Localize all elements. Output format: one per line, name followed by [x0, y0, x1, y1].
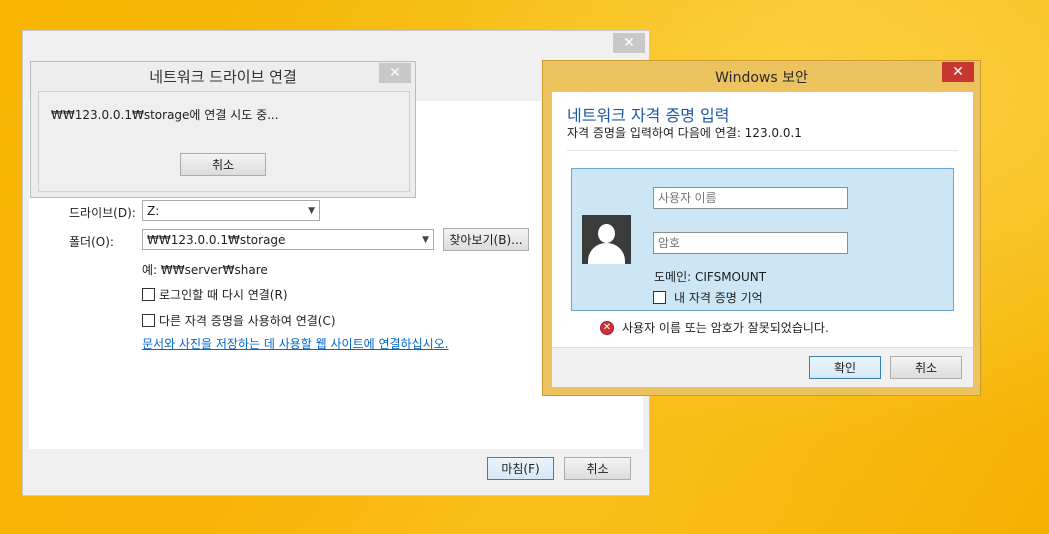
divider: [567, 150, 958, 151]
progress-message: ₩₩123.0.0.1₩storage에 연결 시도 중...: [51, 108, 279, 122]
credentials-heading: 네트워크 자격 증명 입력: [567, 106, 730, 125]
error-message: ✕ 사용자 이름 또는 암호가 잘못되었습니다.: [600, 319, 829, 336]
drive-select[interactable]: Z: ▼: [142, 200, 320, 221]
folder-label: 폴더(O):: [69, 235, 114, 249]
reconnect-label: 로그인할 때 다시 연결(R): [159, 288, 288, 302]
progress-title: 네트워크 드라이브 연결: [149, 68, 297, 86]
remember-checkbox[interactable]: [653, 291, 666, 304]
chevron-down-icon: ▼: [308, 205, 315, 216]
domain-text: 도메인: CIFSMOUNT: [654, 270, 767, 284]
reconnect-option[interactable]: 로그인할 때 다시 연결(R): [142, 286, 288, 303]
credentials-subheading: 자격 증명을 입력하여 다음에 연결: 123.0.0.1: [567, 126, 802, 140]
wizard-close-button[interactable]: ✕: [613, 33, 645, 53]
windows-security-dialog: Windows 보안 ✕ 네트워크 자격 증명 입력 자격 증명을 입력하여 다…: [542, 60, 981, 396]
connecting-dialog: ✕ 네트워크 드라이브 연결 ₩₩123.0.0.1₩storage에 연결 시…: [30, 61, 416, 198]
other-credentials-checkbox[interactable]: [142, 314, 155, 327]
reconnect-checkbox[interactable]: [142, 288, 155, 301]
username-input[interactable]: [653, 187, 848, 209]
close-icon: ✕: [952, 64, 964, 80]
folder-combo[interactable]: ₩₩123.0.0.1₩storage ▼: [142, 229, 434, 250]
ok-button[interactable]: 확인: [809, 356, 881, 379]
other-credentials-option[interactable]: 다른 자격 증명을 사용하여 연결(C): [142, 312, 336, 329]
security-title: Windows 보안: [715, 70, 808, 86]
wizard-cancel-button[interactable]: 취소: [564, 457, 631, 480]
folder-example: 예: ₩₩server₩share: [142, 263, 268, 277]
drive-value: Z:: [147, 203, 160, 218]
error-text: 사용자 이름 또는 암호가 잘못되었습니다.: [622, 321, 829, 335]
finish-button[interactable]: 마침(F): [487, 457, 554, 480]
credential-tile: 도메인: CIFSMOUNT 내 자격 증명 기억: [571, 168, 954, 311]
security-footer: 확인 취소: [552, 347, 973, 387]
security-cancel-button[interactable]: 취소: [890, 356, 962, 379]
drive-label: 드라이브(D):: [69, 206, 136, 220]
folder-value: ₩₩123.0.0.1₩storage: [147, 232, 286, 247]
chevron-down-icon: ▼: [422, 234, 429, 245]
remember-option[interactable]: 내 자격 증명 기억: [653, 289, 763, 306]
progress-panel: ₩₩123.0.0.1₩storage에 연결 시도 중... 취소: [38, 91, 410, 192]
user-avatar-icon: [582, 215, 631, 264]
password-input[interactable]: [653, 232, 848, 254]
security-content: 네트워크 자격 증명 입력 자격 증명을 입력하여 다음에 연결: 123.0.…: [552, 92, 973, 387]
other-credentials-label: 다른 자격 증명을 사용하여 연결(C): [159, 314, 336, 328]
browse-button[interactable]: 찾아보기(B)...: [443, 228, 529, 251]
security-close-button[interactable]: ✕: [942, 62, 974, 82]
website-link[interactable]: 문서와 사진을 저장하는 데 사용할 웹 사이트에 연결하십시오.: [142, 335, 449, 352]
close-icon: ✕: [623, 35, 635, 51]
remember-label: 내 자격 증명 기억: [674, 291, 763, 305]
error-icon: ✕: [600, 320, 614, 335]
progress-cancel-button[interactable]: 취소: [180, 153, 266, 176]
